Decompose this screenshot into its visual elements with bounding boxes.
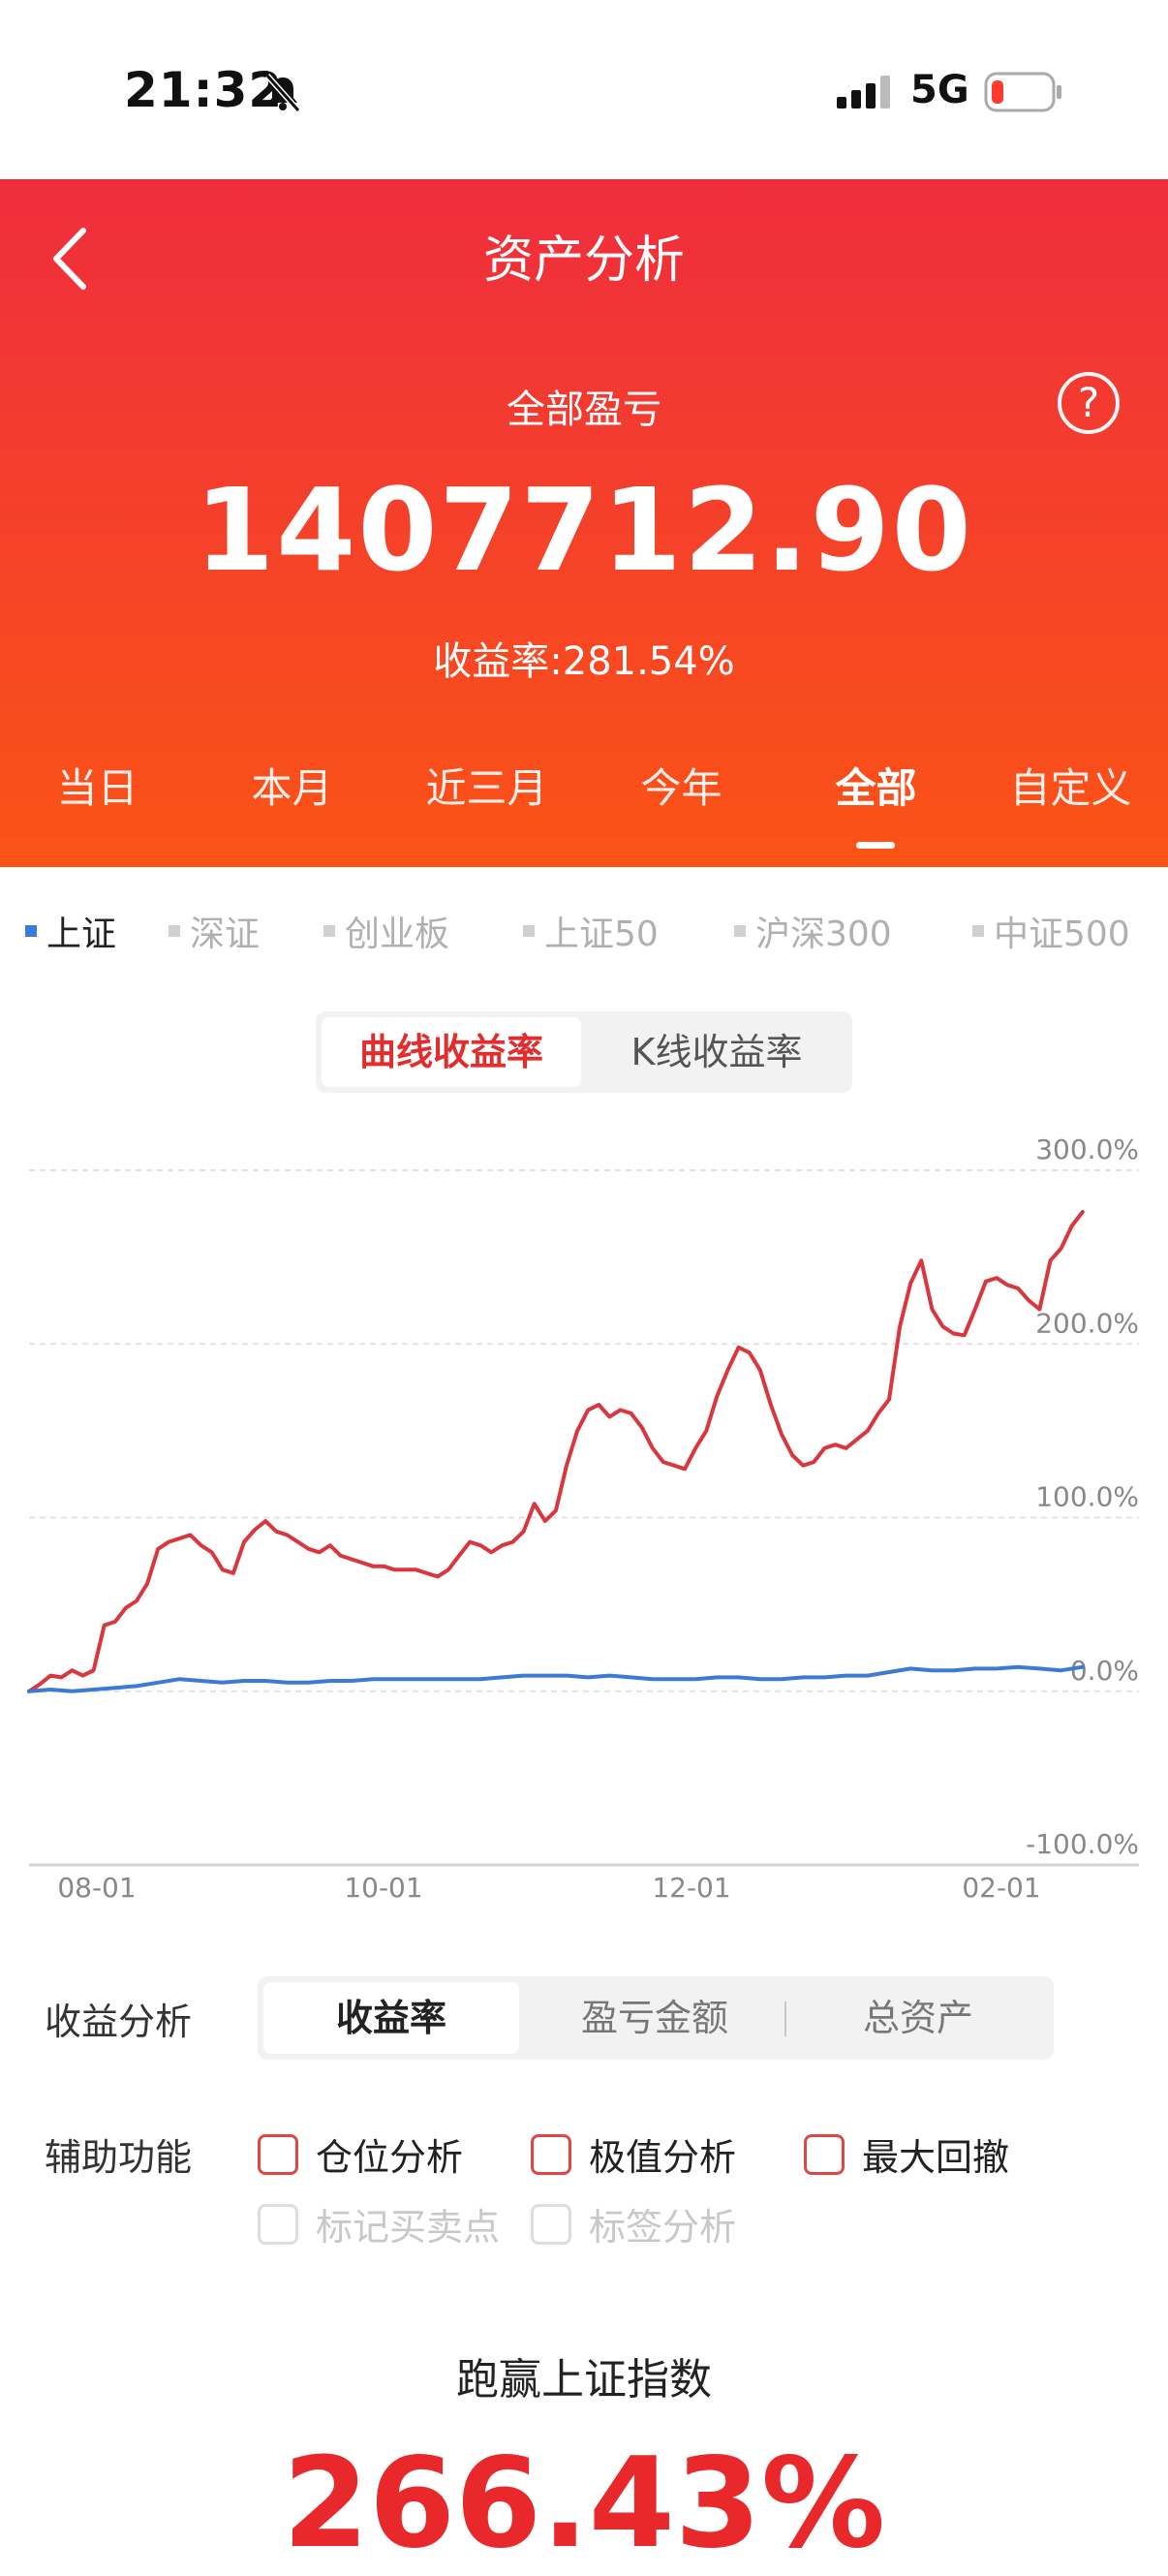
max-drawdown-checkbox[interactable]: 最大回撤 xyxy=(804,2127,1009,2181)
checkbox-icon xyxy=(804,2133,845,2175)
tab-this-year[interactable]: 今年 xyxy=(584,756,779,833)
segment-divider xyxy=(784,2002,786,2036)
tag-analysis-checkbox: 标签分析 xyxy=(531,2197,736,2250)
index-tab-shanghai[interactable]: 上证 xyxy=(25,906,116,956)
tab-custom[interactable]: 自定义 xyxy=(973,756,1168,833)
checkbox-icon xyxy=(531,2203,571,2245)
index-tab-label: 上证 xyxy=(46,915,117,954)
segment-total-assets[interactable]: 总资产 xyxy=(790,1982,1046,2054)
aux-label: 辅助功能 xyxy=(45,2136,193,2179)
bell-muted-icon xyxy=(261,72,304,118)
index-tab-csi500[interactable]: 中证500 xyxy=(972,906,1130,956)
kline-return-button[interactable]: K线收益率 xyxy=(587,1017,846,1087)
analysis-segmented-control: 收益率 盈亏金额 总资产 xyxy=(258,1976,1054,2060)
legend-dot-icon xyxy=(523,925,535,937)
checkbox-label: 标签分析 xyxy=(589,2206,737,2249)
return-rate: 收益率:281.54% xyxy=(433,639,735,684)
tab-three-months[interactable]: 近三月 xyxy=(389,756,584,833)
x-tick-label: 12-01 xyxy=(652,1872,730,1904)
index-tab-sse50[interactable]: 上证50 xyxy=(523,906,659,956)
status-time: 21:32 xyxy=(124,62,284,118)
index-tab-label: 沪深300 xyxy=(755,915,892,954)
tab-today[interactable]: 当日 xyxy=(0,756,195,833)
analysis-label: 收益分析 xyxy=(45,2001,193,2043)
legend-dot-icon xyxy=(25,925,37,937)
y-tick-label: 100.0% xyxy=(1035,1481,1139,1513)
index-series-line xyxy=(27,1664,1085,1693)
beat-index-value: 266.43% xyxy=(282,2432,886,2576)
position-analysis-checkbox[interactable]: 仓位分析 xyxy=(258,2127,463,2181)
y-tick-label: 200.0% xyxy=(1035,1307,1139,1339)
y-tick-label: 0.0% xyxy=(1070,1655,1139,1687)
checkbox-icon xyxy=(258,2203,298,2245)
portfolio-series-line xyxy=(27,1210,1085,1693)
index-tab-label: 创业板 xyxy=(345,915,450,954)
index-tab-label: 深证 xyxy=(190,915,261,954)
signal-icon xyxy=(837,76,895,112)
chart-mode-toggle: 曲线收益率 K线收益率 xyxy=(316,1011,852,1093)
checkbox-label: 极值分析 xyxy=(589,2136,737,2179)
index-tab-label: 上证50 xyxy=(544,915,659,954)
x-tick-label: 02-01 xyxy=(962,1872,1040,1904)
legend-dot-icon xyxy=(323,925,335,937)
index-tabs: 上证 深证 创业板 上证50 沪深300 中证500 xyxy=(0,906,1168,964)
total-pnl-label: 全部盈亏 xyxy=(507,388,661,432)
legend-dot-icon xyxy=(972,925,984,937)
segment-return-rate[interactable]: 收益率 xyxy=(263,1982,519,2054)
index-tab-label: 中证500 xyxy=(994,915,1130,954)
index-tab-csi300[interactable]: 沪深300 xyxy=(734,906,892,956)
extremum-analysis-checkbox[interactable]: 极值分析 xyxy=(531,2127,736,2181)
legend-dot-icon xyxy=(169,925,180,937)
curve-return-button[interactable]: 曲线收益率 xyxy=(322,1017,581,1087)
checkbox-icon xyxy=(258,2133,298,2175)
page-title: 资产分析 xyxy=(482,232,685,290)
segment-pnl-amount[interactable]: 盈亏金额 xyxy=(527,1982,783,2054)
checkbox-label: 仓位分析 xyxy=(316,2136,464,2179)
checkbox-label: 最大回撤 xyxy=(862,2136,1010,2179)
period-tabs: 当日 本月 近三月 今年 全部 自定义 xyxy=(0,756,1168,849)
checkbox-label: 标记买卖点 xyxy=(316,2206,501,2249)
return-line-chart[interactable]: 300.0% 200.0% 100.0% 0.0% -100.0% 08-01 10-01 1… xyxy=(0,1095,1168,1909)
index-tab-shenzhen[interactable]: 深证 xyxy=(169,906,260,956)
total-pnl-amount: 1407712.90 xyxy=(195,463,973,597)
index-tab-chinext[interactable]: 创业板 xyxy=(323,906,449,956)
y-tick-label: -100.0% xyxy=(1026,1828,1139,1860)
x-tick-label: 08-01 xyxy=(57,1872,136,1904)
network-label: 5G xyxy=(910,68,969,112)
mark-trades-checkbox: 标记买卖点 xyxy=(258,2197,500,2250)
x-tick-label: 10-01 xyxy=(344,1872,422,1904)
checkbox-icon xyxy=(531,2133,571,2175)
beat-index-label: 跑赢上证指数 xyxy=(456,2355,712,2405)
y-tick-label: 300.0% xyxy=(1035,1133,1139,1165)
tab-this-month[interactable]: 本月 xyxy=(195,756,389,833)
battery-icon xyxy=(984,72,1063,116)
tab-all[interactable]: 全部 xyxy=(779,756,973,849)
legend-dot-icon xyxy=(734,925,746,937)
